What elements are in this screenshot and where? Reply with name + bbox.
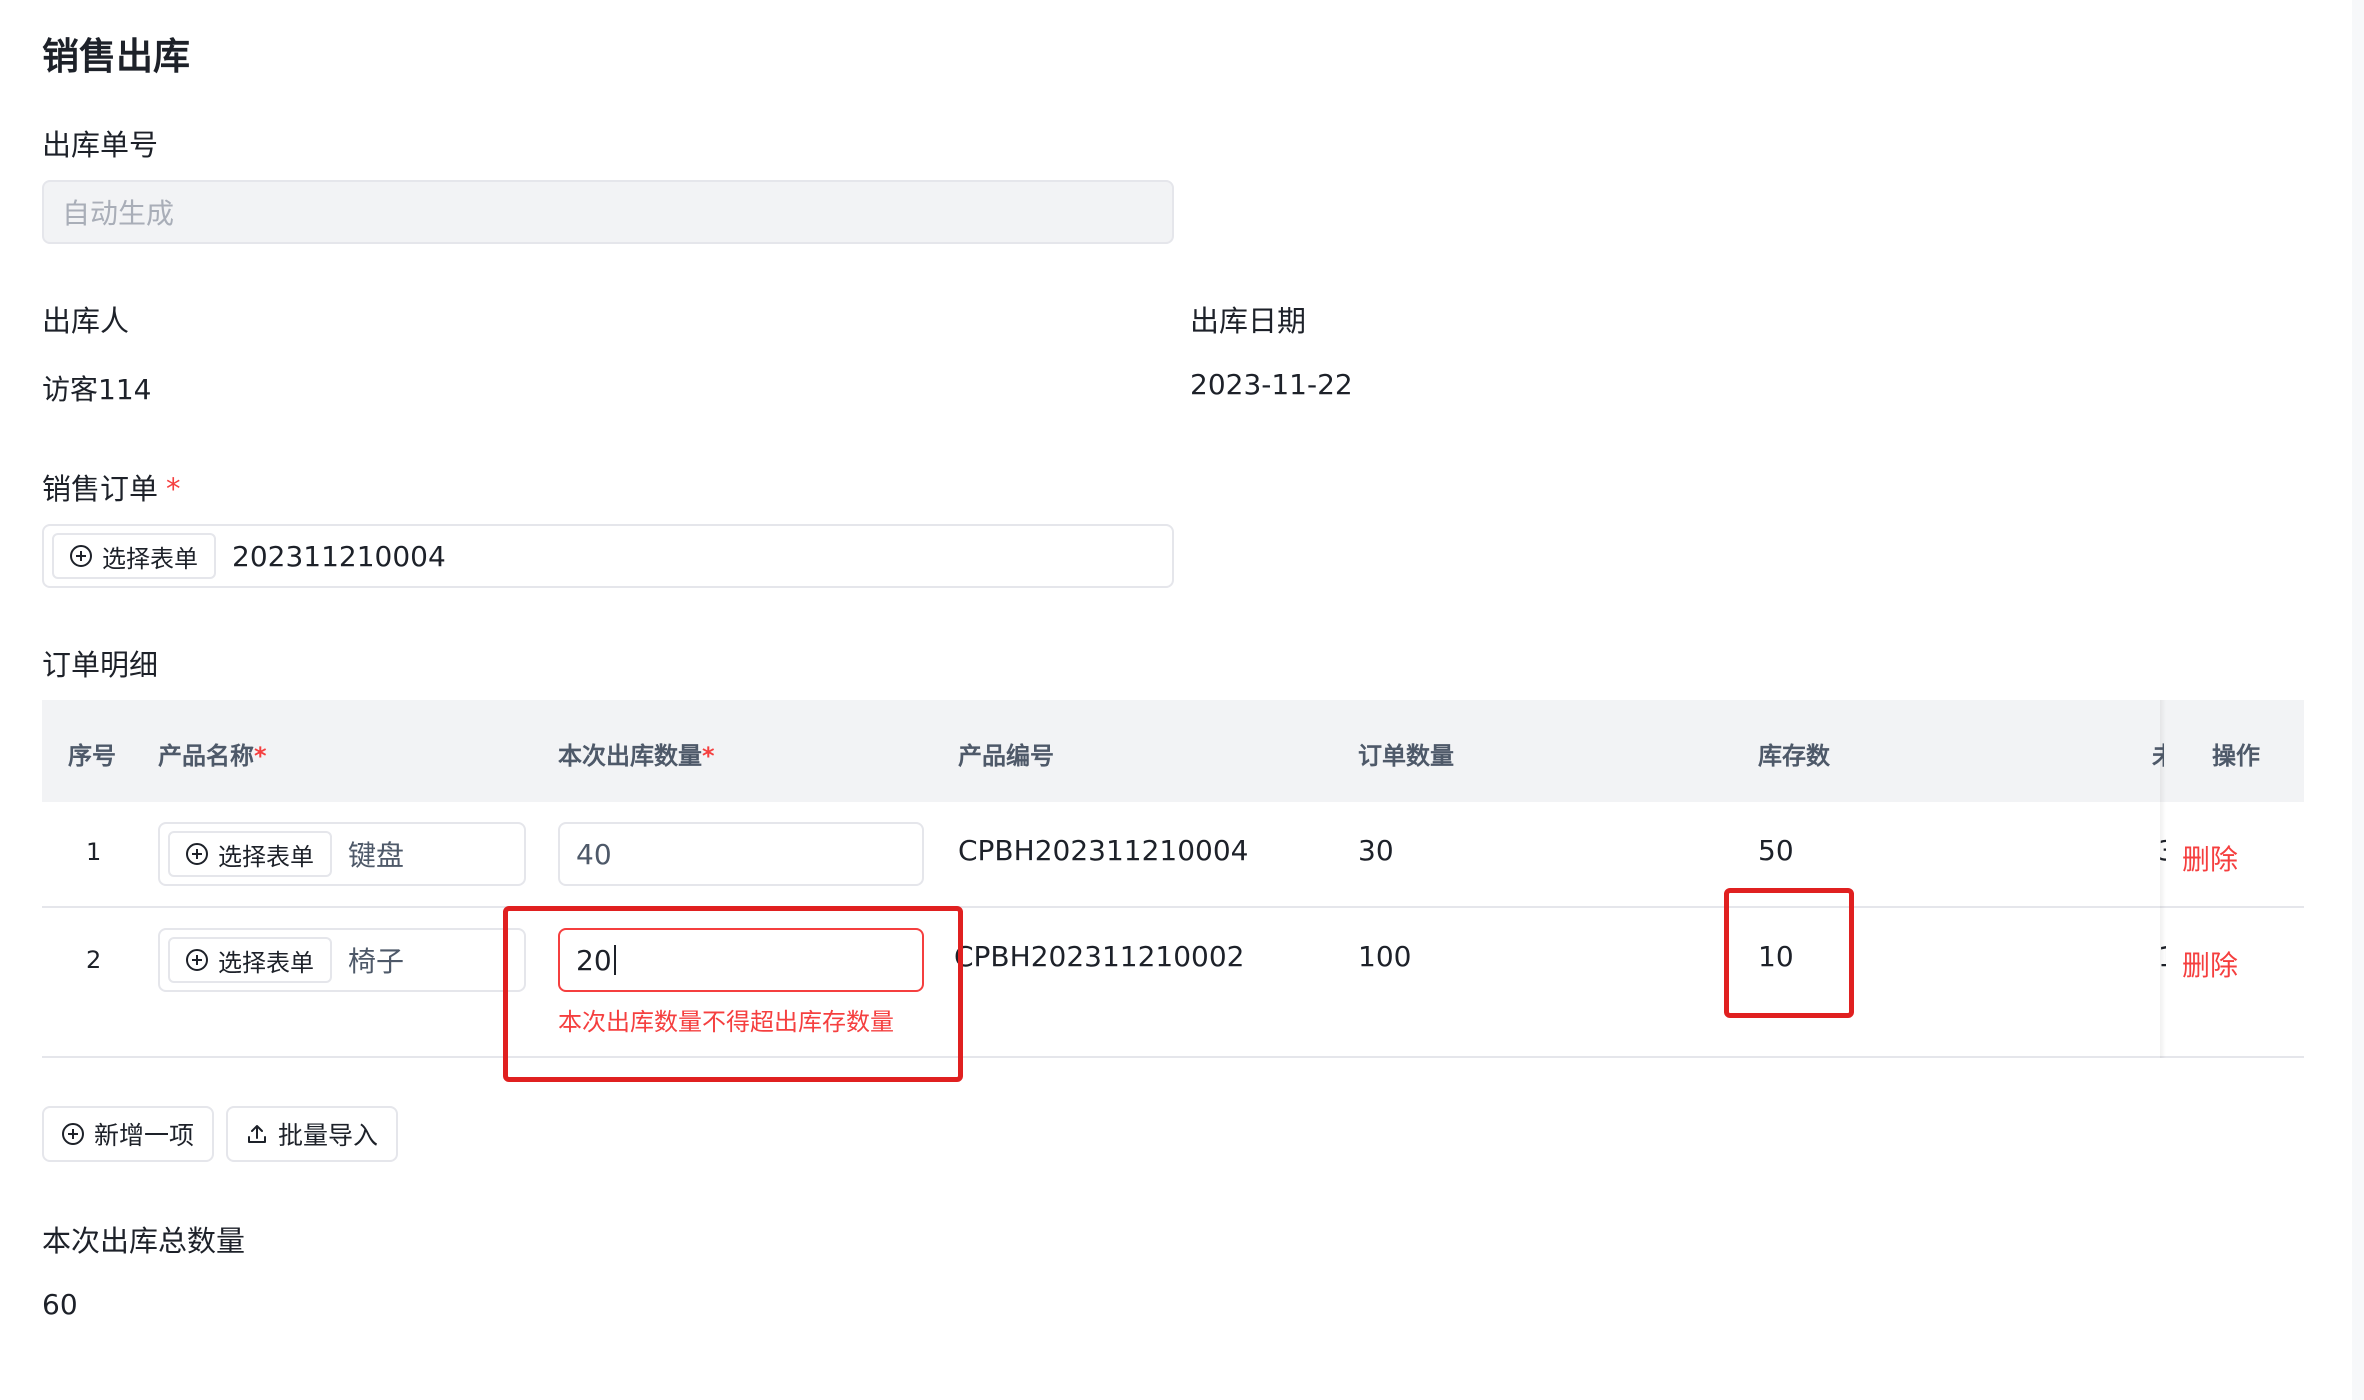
total-qty-value: 60 (42, 1288, 78, 1321)
th-out-qty: 本次出库数量* (558, 736, 715, 771)
th-action: 操作 (2212, 742, 2260, 770)
th-product-code: 产品编号 (958, 742, 1054, 770)
row-2-product-picker[interactable]: 选择表单 椅子 (158, 928, 526, 992)
sales-order-select-button[interactable]: 选择表单 (52, 533, 216, 579)
page-title: 销售出库 (42, 35, 190, 78)
row-2-select-button[interactable]: 选择表单 (168, 937, 332, 983)
row-2-order-qty: 100 (1358, 940, 1412, 973)
row-1-select-button[interactable]: 选择表单 (168, 831, 332, 877)
required-mark: * (166, 472, 181, 506)
plus-circle-icon (62, 1123, 84, 1145)
row-2-select-label: 选择表单 (218, 948, 314, 977)
row-1-delete-link[interactable]: 删除 (2182, 838, 2238, 878)
th-stock: 库存数 (1758, 742, 1830, 770)
row-2-product-code: CPBH202311210002 (954, 940, 1245, 973)
plus-circle-icon (186, 843, 208, 865)
sales-outbound-page: 销售出库 出库单号 自动生成 出库人 访客114 出库日期 2023-11-22… (0, 0, 2364, 1400)
operator-label: 出库人 (42, 304, 130, 338)
row-1-qty-input[interactable]: 40 (558, 822, 924, 886)
fixed-column-shadow (2160, 700, 2166, 1058)
order-details-label: 订单明细 (42, 648, 159, 682)
table-header (42, 700, 2304, 802)
sales-order-picker[interactable]: 选择表单 202311210004 (42, 524, 1174, 588)
date-value: 2023-11-22 (1190, 368, 1353, 401)
page-scrollbar[interactable] (2352, 0, 2364, 1400)
upload-icon (246, 1123, 268, 1145)
operator-value: 访客114 (42, 373, 152, 406)
row-1-product-code: CPBH202311210004 (958, 834, 1249, 867)
out-no-placeholder: 自动生成 (62, 197, 175, 230)
row-1-order-qty: 30 (1358, 834, 1394, 867)
row-1-product-name: 键盘 (348, 839, 405, 872)
batch-import-label: 批量导入 (278, 1121, 379, 1150)
plus-circle-icon (186, 949, 208, 971)
row-1-product-picker[interactable]: 选择表单 键盘 (158, 822, 526, 886)
row-2-product-name: 椅子 (348, 945, 405, 978)
date-label: 出库日期 (1190, 304, 1307, 338)
plus-circle-icon (70, 545, 92, 567)
row-divider (42, 906, 2304, 908)
sales-order-value: 202311210004 (232, 539, 446, 573)
add-item-label: 新增一项 (94, 1121, 195, 1150)
row-1-stock: 50 (1758, 834, 1794, 867)
row-1-index: 1 (86, 838, 102, 866)
th-product-name: 产品名称* (158, 736, 267, 771)
th-out-qty-required: * (702, 742, 715, 770)
sales-order-label-text: 销售订单 (42, 472, 159, 506)
stock-highlight-box (1724, 888, 1854, 1018)
th-order-qty: 订单数量 (1358, 742, 1454, 770)
total-qty-label: 本次出库总数量 (42, 1224, 246, 1258)
sales-order-label: 销售订单 * (42, 466, 181, 508)
row-1-select-label: 选择表单 (218, 842, 314, 871)
row-2-delete-link[interactable]: 删除 (2182, 944, 2238, 984)
out-no-label: 出库单号 (42, 128, 159, 162)
row-1-qty-value: 40 (576, 837, 612, 871)
th-out-qty-text: 本次出库数量 (558, 742, 702, 770)
batch-import-button[interactable]: 批量导入 (226, 1106, 399, 1162)
th-product-name-text: 产品名称 (158, 742, 254, 770)
out-no-input: 自动生成 (42, 180, 1174, 244)
select-form-label: 选择表单 (102, 544, 198, 573)
table-bottom-border (42, 1056, 2304, 1058)
th-product-name-required: * (254, 742, 267, 770)
add-item-button[interactable]: 新增一项 (42, 1106, 215, 1162)
row-2-index: 2 (86, 946, 102, 974)
th-index: 序号 (68, 742, 116, 770)
error-highlight-box (503, 906, 963, 1082)
